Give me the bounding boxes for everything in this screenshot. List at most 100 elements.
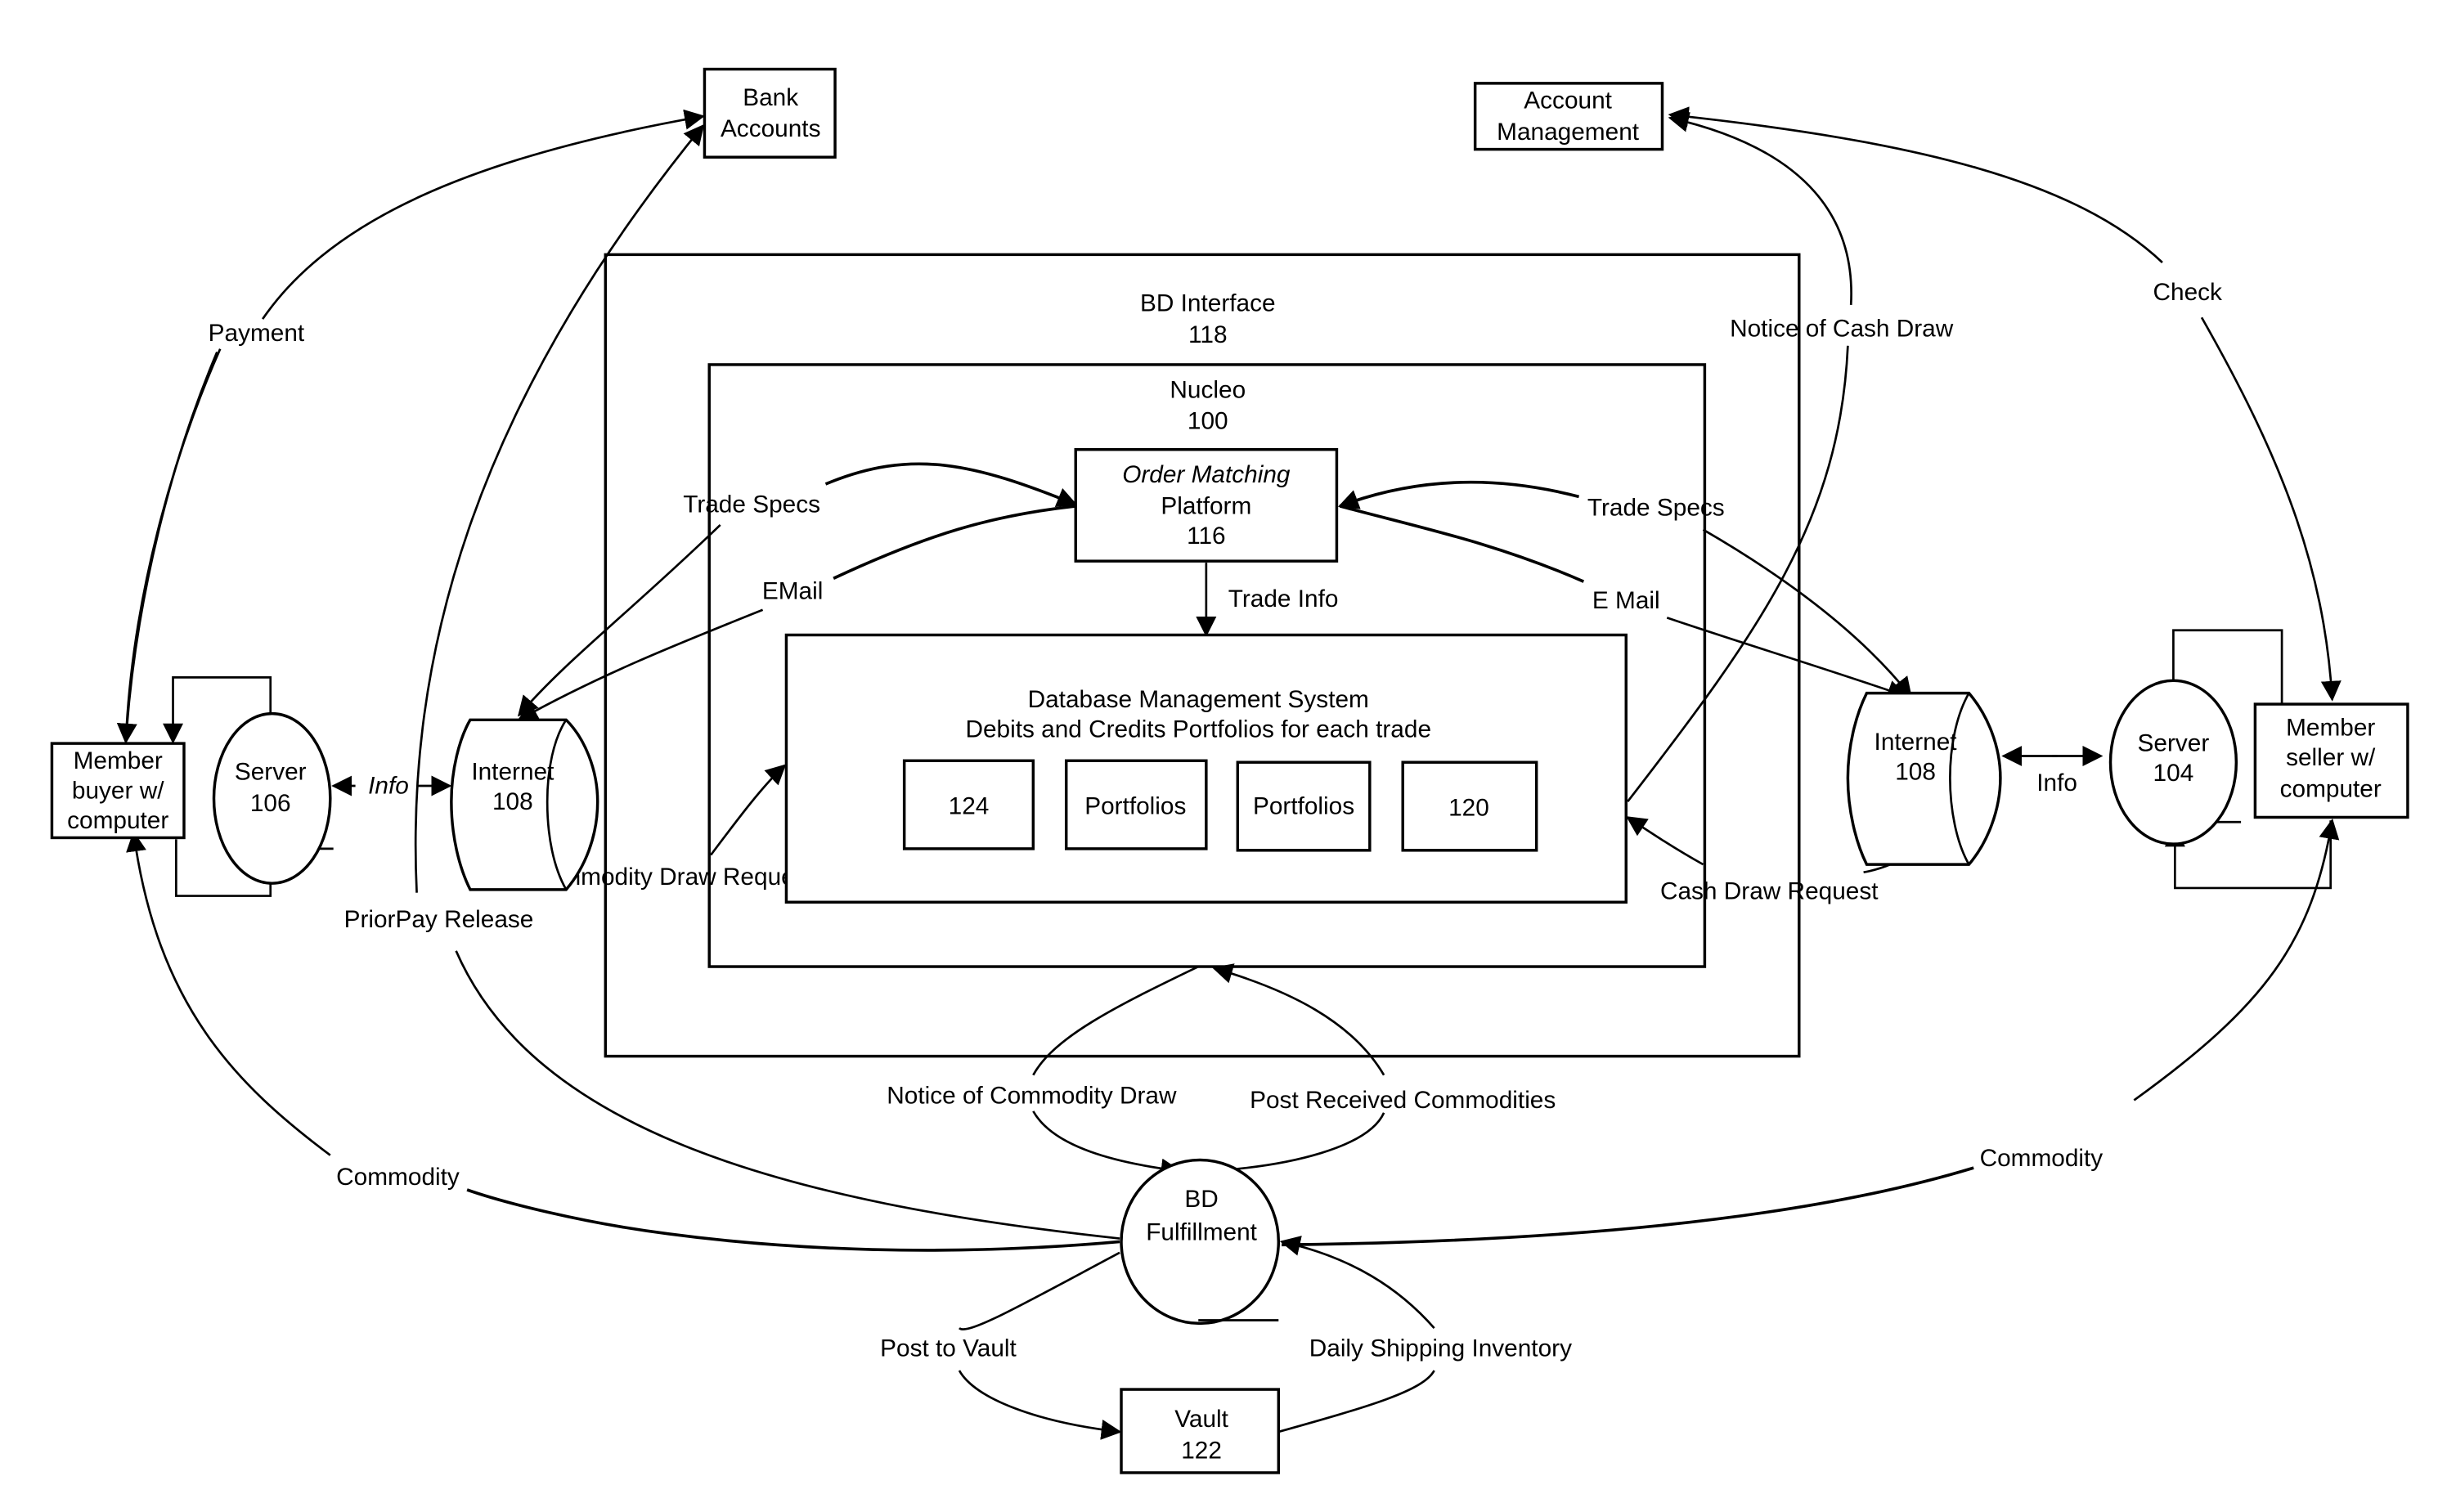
- payment-label: Payment: [209, 320, 305, 347]
- trade-specs-right-label: Trade Specs: [1587, 494, 1725, 521]
- dbms-line1: Database Management System: [1028, 686, 1369, 713]
- trade-specs-right-lower: [1702, 528, 1912, 698]
- internet-right-line1: Internet: [1875, 729, 1958, 756]
- notice-cash-draw-upper: [1668, 111, 1852, 305]
- server-104-line2: 104: [2153, 760, 2194, 787]
- post-to-vault-label: Post to Vault: [880, 1335, 1017, 1362]
- server-104-line1: Server: [2138, 730, 2210, 757]
- bank-accounts-node: Bank Accounts: [703, 67, 837, 159]
- cash-draw-request-label: Cash Draw Request: [1660, 877, 1879, 904]
- trade-info-label: Trade Info: [1228, 586, 1339, 612]
- priorpay-release-label: PriorPay Release: [344, 906, 534, 933]
- dbms-cell-1: 124: [902, 759, 1035, 850]
- dbms-cell-3-label: Portfolios: [1253, 793, 1354, 820]
- dbms-line2: Debits and Credits Portfolios for each t…: [965, 716, 1431, 743]
- member-seller-line2: seller w/: [2286, 744, 2376, 771]
- edge-info-right: Info: [2001, 746, 2104, 796]
- notice-commodity-draw-upper: [1032, 965, 1199, 1076]
- internet-right-node: Internet 108: [1846, 691, 2002, 866]
- trade-specs-left-label: Trade Specs: [683, 491, 820, 518]
- edge-trade-info: Trade Info: [1196, 563, 1339, 638]
- nucleo-title: Nucleo: [1170, 376, 1246, 403]
- notice-of-commodity-draw-label: Notice of Commodity Draw: [887, 1082, 1177, 1109]
- daily-shipping-inventory-label: Daily Shipping Inventory: [1309, 1335, 1572, 1362]
- vault-line2: 122: [1181, 1438, 1222, 1465]
- account-management-node: Account Management: [1473, 82, 1664, 151]
- bd-fulfillment-line2: Fulfillment: [1146, 1218, 1257, 1245]
- info-left-label: Info: [368, 773, 409, 800]
- edge-daily-shipping-inventory: Daily Shipping Inventory: [1277, 1236, 1572, 1433]
- vault-node: Vault 122: [1120, 1388, 1281, 1474]
- email-left-upper: [833, 505, 1076, 580]
- bank-accounts-box: [703, 67, 837, 159]
- nucleo-ref: 100: [1188, 408, 1228, 435]
- member-seller-line1: Member: [2286, 715, 2375, 742]
- daily-shipping-lower: [1277, 1370, 1435, 1433]
- commodity-right-label: Commodity: [1980, 1145, 2104, 1172]
- internet-left-line2: 108: [492, 788, 533, 815]
- payment-arrow-upper: [262, 109, 705, 320]
- dbms-cell-1-label: 124: [949, 793, 990, 820]
- email-left-lower: [517, 608, 764, 721]
- email-right-upper: [1339, 505, 1585, 583]
- bd-fulfillment-node: BD Fulfillment: [1120, 1158, 1281, 1326]
- internet-left-line1: Internet: [471, 758, 555, 785]
- edge-info-left: Info: [331, 773, 452, 800]
- commodity-left-upper: [126, 831, 331, 1156]
- notice-of-cash-draw-label: Notice of Cash Draw: [1730, 315, 1954, 342]
- bank-accounts-line1: Bank: [743, 84, 798, 111]
- post-received-lower: [1210, 1112, 1385, 1173]
- notice-cash-draw-lower: [1627, 345, 1849, 803]
- member-seller-line3: computer: [2280, 775, 2382, 802]
- order-matching-platform-node: Order Matching Platform 116: [1074, 447, 1339, 563]
- check-label: Check: [2153, 279, 2223, 306]
- notice-commodity-draw-lower: [1032, 1110, 1182, 1179]
- check-arrow-upper: [1668, 106, 2163, 263]
- dbms-cell-3: Portfolios: [1236, 760, 1372, 852]
- order-matching-line1: Order Matching: [1122, 461, 1291, 488]
- commodity-left-lower: [466, 1188, 1120, 1252]
- member-buyer-node: Member buyer w/ computer: [50, 742, 186, 840]
- info-right-label: Info: [2036, 769, 2077, 796]
- dbms-cell-2-label: Portfolios: [1084, 793, 1186, 820]
- bank-accounts-line2: Accounts: [721, 115, 821, 142]
- dbms-cell-4-label: 120: [1448, 795, 1489, 822]
- email-right-label: E Mail: [1592, 587, 1660, 614]
- post-received-commodities-label: Post Received Commodities: [1250, 1087, 1556, 1114]
- server-106-line1: Server: [235, 758, 307, 785]
- bd-interface-title: BD Interface: [1140, 290, 1276, 317]
- server-106-node: Server 106: [212, 711, 332, 885]
- edge-payment: Payment: [116, 109, 705, 744]
- bd-interface-ref: 118: [1188, 321, 1227, 348]
- email-left-label: EMail: [762, 577, 823, 604]
- email-right-lower: [1666, 617, 1908, 700]
- dbms-node: Database Management System Debits and Cr…: [784, 633, 1628, 904]
- member-seller-node: Member seller w/ computer: [2253, 702, 2409, 819]
- cash-draw-request-arrow: [1626, 816, 1704, 866]
- post-to-vault-lower: [958, 1370, 1122, 1440]
- check-arrow-lower: [2200, 316, 2341, 702]
- edge-notice-of-commodity-draw: Notice of Commodity Draw: [887, 965, 1199, 1179]
- daily-shipping-upper: [1279, 1236, 1435, 1330]
- trade-specs-left-upper: [824, 462, 1078, 508]
- vault-line1: Vault: [1174, 1406, 1228, 1433]
- dbms-cell-2: Portfolios: [1064, 759, 1208, 850]
- member-buyer-line3: computer: [67, 807, 168, 834]
- commodity-trading-flow-diagram: BD Interface 118 Nucleo 100 Payment Prio…: [50, 67, 2409, 1474]
- account-management-line2: Management: [1497, 119, 1640, 146]
- member-buyer-line2: buyer w/: [72, 777, 164, 804]
- edge-post-to-vault: Post to Vault: [880, 1251, 1122, 1440]
- payment-arrow-head: [116, 352, 218, 744]
- trade-specs-right-upper: [1337, 480, 1580, 509]
- edge-check: Check: [1668, 106, 2341, 702]
- server-104-node: Server 104: [2108, 679, 2238, 846]
- internet-left-node: Internet 108: [450, 718, 599, 891]
- trade-specs-left-lower: [517, 523, 721, 717]
- dbms-cell-4: 120: [1401, 760, 1538, 852]
- post-to-vault-upper: [959, 1251, 1120, 1330]
- order-matching-line2: Platform: [1161, 493, 1251, 520]
- post-received-upper: [1212, 963, 1385, 1076]
- server-106-line2: 106: [250, 790, 291, 817]
- bd-fulfillment-line1: BD: [1184, 1186, 1218, 1213]
- commodity-right-lower: [1282, 1166, 1974, 1247]
